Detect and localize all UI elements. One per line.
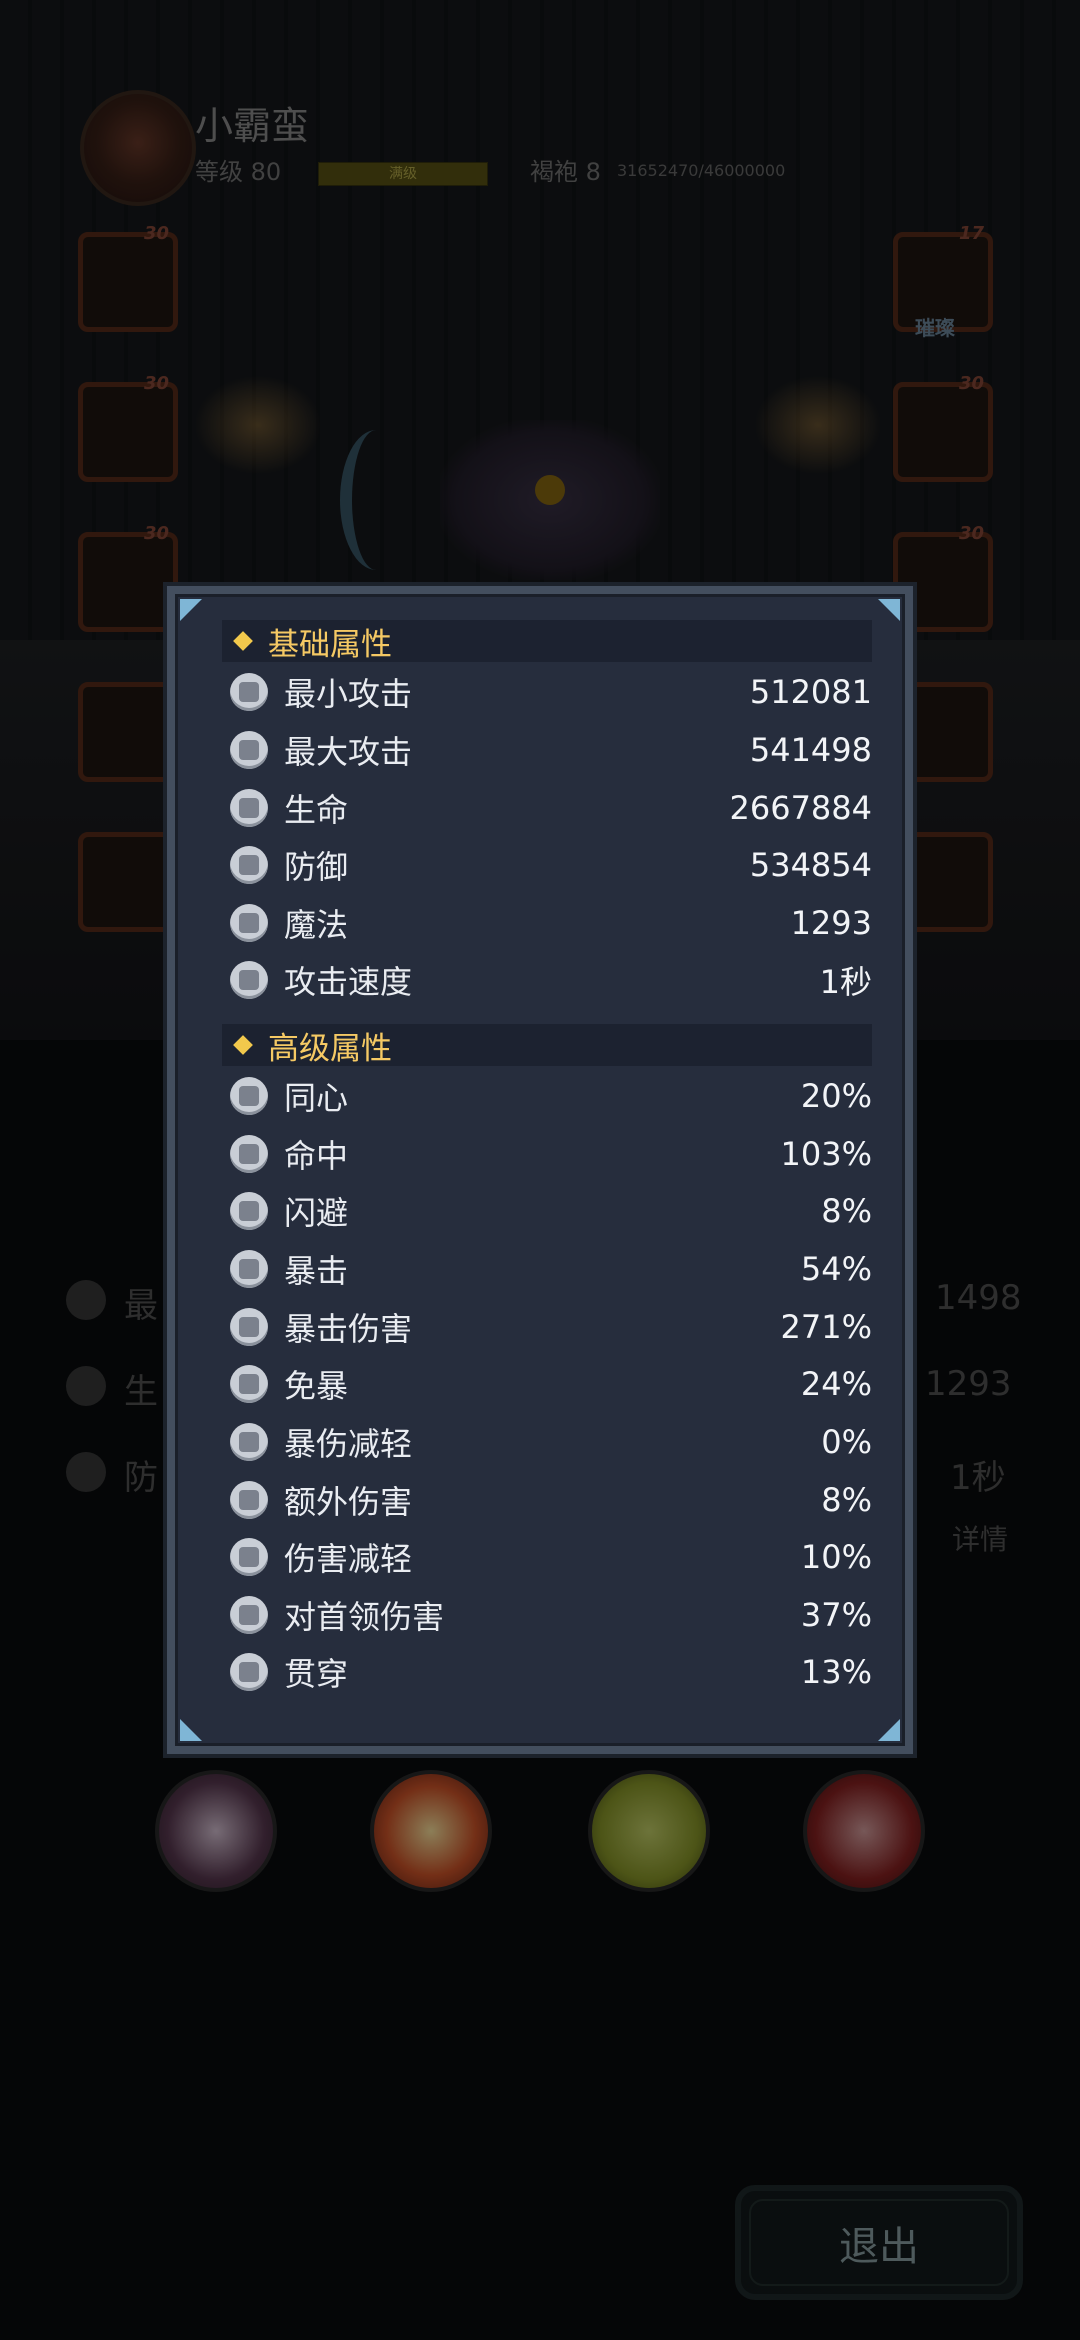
attributes-panel: 基础属性 最小攻击 512081 最大攻击 541498 生命 2667884 … (163, 582, 917, 1758)
stat-row-crit-damage: 暴击伤害 271% (230, 1305, 872, 1349)
stat-value: 512081 (749, 673, 872, 711)
stat-row-magic: 魔法 1293 (230, 901, 872, 945)
corner-ornament-icon (878, 1719, 900, 1741)
stat-row-hp: 生命 2667884 (230, 786, 872, 830)
armor-icon (230, 1538, 268, 1576)
stat-row-crit-reduce: 暴伤减轻 0% (230, 1420, 872, 1464)
stat-row-dodge: 闪避 8% (230, 1189, 872, 1233)
stat-label: 暴击 (284, 1252, 349, 1290)
stat-value: 37% (800, 1596, 872, 1634)
pierce-icon (230, 1653, 268, 1691)
stat-row-concentric: 同心 20% (230, 1074, 872, 1118)
stat-label: 最小攻击 (284, 675, 413, 713)
advanced-attributes-header: 高级属性 (222, 1024, 872, 1067)
target-icon (230, 1135, 268, 1173)
stat-row-pierce: 贯穿 13% (230, 1650, 872, 1694)
stat-row-crit-immune: 免暴 24% (230, 1362, 872, 1406)
stat-label: 暴伤减轻 (284, 1425, 413, 1463)
stat-label: 同心 (284, 1079, 349, 1117)
extra-damage-icon (230, 1481, 268, 1519)
boss-icon (230, 1596, 268, 1634)
exit-label: 退出 (839, 2223, 919, 2270)
stat-label: 攻击速度 (284, 963, 413, 1001)
stat-value: 10% (800, 1538, 872, 1576)
stat-label: 最大攻击 (284, 733, 413, 771)
stat-label: 伤害减轻 (284, 1540, 413, 1578)
stat-label: 生命 (284, 791, 349, 829)
stat-row-extra-damage: 额外伤害 8% (230, 1478, 872, 1522)
attributes-panel-body: 基础属性 最小攻击 512081 最大攻击 541498 生命 2667884 … (175, 594, 905, 1746)
stat-value: 13% (800, 1653, 872, 1691)
stat-row-min-attack: 最小攻击 512081 (230, 670, 872, 714)
stat-value: 2667884 (729, 789, 872, 827)
stat-value: 20% (800, 1077, 872, 1115)
section-title: 基础属性 (268, 626, 392, 663)
stat-row-boss-damage: 对首领伤害 37% (230, 1593, 872, 1637)
shield-icon (230, 846, 268, 884)
stat-value: 541498 (749, 731, 872, 769)
diamond-icon (233, 1035, 253, 1055)
basic-attributes-header: 基础属性 (222, 620, 872, 663)
magic-icon (230, 904, 268, 942)
stat-label: 免暴 (284, 1367, 349, 1405)
stat-value: 271% (780, 1308, 872, 1346)
burst-icon (230, 1308, 268, 1346)
stat-row-damage-reduce: 伤害减轻 10% (230, 1535, 872, 1579)
stat-value: 1293 (790, 904, 872, 942)
section-title: 高级属性 (268, 1030, 392, 1067)
diamond-icon (233, 631, 253, 651)
stat-label: 贯穿 (284, 1655, 349, 1693)
stat-label: 防御 (284, 848, 349, 886)
scroll-icon (230, 1077, 268, 1115)
stat-row-hit: 命中 103% (230, 1132, 872, 1176)
corner-ornament-icon (878, 599, 900, 621)
stat-label: 暴击伤害 (284, 1310, 413, 1348)
stat-label: 对首领伤害 (284, 1598, 445, 1636)
stat-label: 魔法 (284, 906, 349, 944)
crit-reduce-icon (230, 1423, 268, 1461)
stat-value: 1秒 (819, 963, 872, 1001)
stat-row-max-attack: 最大攻击 541498 (230, 728, 872, 772)
stat-label: 命中 (284, 1137, 349, 1175)
stat-label: 闪避 (284, 1194, 349, 1232)
sword-icon (230, 673, 268, 711)
sword-icon (230, 731, 268, 769)
crit-immune-icon (230, 1365, 268, 1403)
stat-value: 534854 (749, 846, 872, 884)
stat-value: 0% (821, 1423, 872, 1461)
stat-row-defense: 防御 534854 (230, 843, 872, 887)
stat-label: 额外伤害 (284, 1483, 413, 1521)
stat-value: 24% (800, 1365, 872, 1403)
stat-value: 54% (800, 1250, 872, 1288)
stat-row-crit: 暴击 54% (230, 1247, 872, 1291)
stat-row-attack-speed: 攻击速度 1秒 (230, 958, 872, 1002)
corner-ornament-icon (180, 1719, 202, 1741)
stat-value: 103% (780, 1135, 872, 1173)
heart-icon (230, 789, 268, 827)
speed-icon (230, 961, 268, 999)
crit-icon (230, 1250, 268, 1288)
corner-ornament-icon (180, 599, 202, 621)
dodge-icon (230, 1192, 268, 1230)
stat-value: 8% (821, 1481, 872, 1519)
stat-value: 8% (821, 1192, 872, 1230)
